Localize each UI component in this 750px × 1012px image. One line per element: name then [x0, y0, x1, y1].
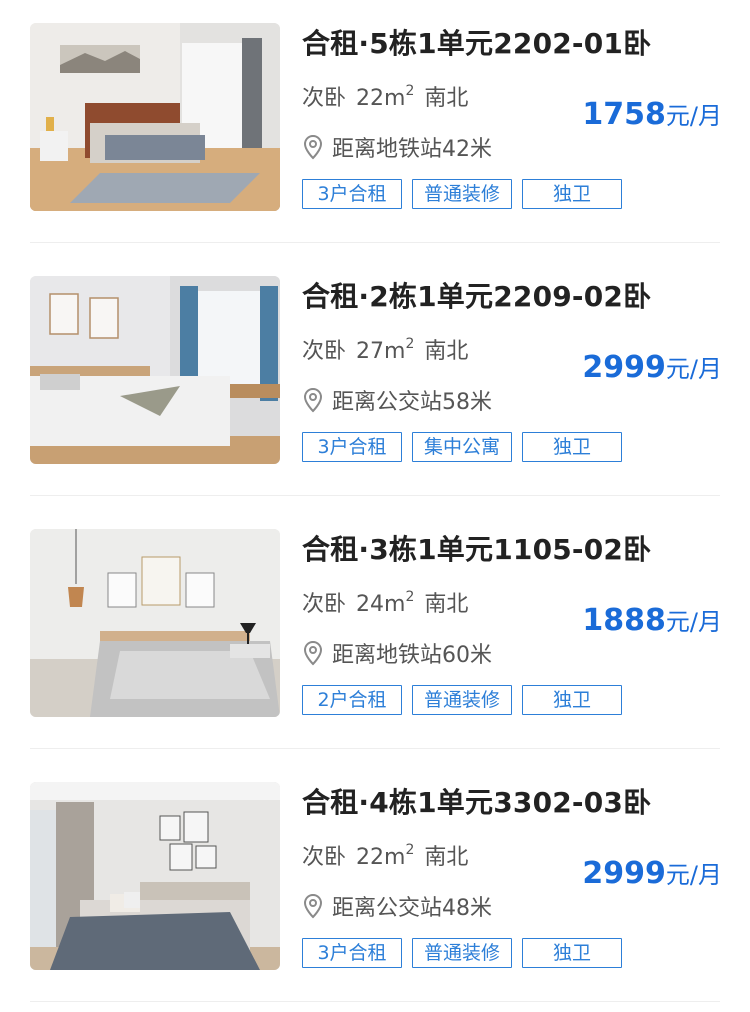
room-orientation: 南北	[424, 845, 469, 870]
room-info: 次卧 22m2 南北	[302, 80, 468, 112]
room-area-unit-exponent: 2	[405, 842, 415, 858]
location-row: 距离地铁站60米	[302, 637, 492, 669]
location-pin-icon	[303, 640, 323, 666]
divider	[30, 1001, 720, 1002]
price-value: 2999	[582, 350, 666, 385]
price: 1758元/月	[582, 96, 722, 132]
location-pin-icon	[303, 893, 323, 919]
room-info: 次卧 24m2 南北	[302, 586, 468, 618]
room-type: 次卧	[302, 86, 347, 111]
room-photo[interactable]	[30, 529, 280, 717]
listing-title[interactable]: 合租·5栋1单元2202-01卧	[302, 22, 651, 62]
listing-card[interactable]: 合租·2栋1单元2209-02卧 次卧 27m2 南北 距离公交站58米 2999元…	[0, 253, 750, 506]
room-photo[interactable]	[30, 23, 280, 211]
location-text: 距离公交站58米	[332, 390, 492, 415]
room-area: 24m	[356, 592, 406, 617]
tag: 3户合租	[302, 179, 402, 209]
room-area: 22m	[356, 86, 406, 111]
tag: 普通装修	[412, 938, 512, 968]
price-value: 2999	[582, 856, 666, 891]
listing-list: 合租·5栋1单元2202-01卧 次卧 22m2 南北 距离地铁站42米 1758元…	[0, 0, 750, 1012]
room-orientation: 南北	[424, 339, 469, 364]
room-type: 次卧	[302, 592, 347, 617]
location-pin-icon	[303, 134, 323, 160]
listing-card[interactable]: 合租·3栋1单元1105-02卧 次卧 24m2 南北 距离地铁站60米 1888元…	[0, 506, 750, 759]
location-pin-icon	[303, 387, 323, 413]
location-text: 距离公交站48米	[332, 896, 492, 921]
listing-title[interactable]: 合租·2栋1单元2209-02卧	[302, 275, 651, 315]
price: 2999元/月	[582, 855, 722, 891]
location-text: 距离地铁站60米	[332, 643, 492, 668]
price-value: 1888	[582, 603, 666, 638]
listing-title[interactable]: 合租·3栋1单元1105-02卧	[302, 528, 651, 568]
price: 2999元/月	[582, 349, 722, 385]
tag: 3户合租	[302, 938, 402, 968]
location-row: 距离公交站58米	[302, 384, 492, 416]
listing-title[interactable]: 合租·4栋1单元3302-03卧	[302, 781, 651, 821]
room-info: 次卧 27m2 南北	[302, 333, 468, 365]
tag: 2户合租	[302, 685, 402, 715]
divider	[30, 242, 720, 243]
room-photo[interactable]	[30, 276, 280, 464]
price: 1888元/月	[582, 602, 722, 638]
room-area-unit-exponent: 2	[405, 336, 415, 352]
location-row: 距离地铁站42米	[302, 131, 492, 163]
price-value: 1758	[582, 97, 666, 132]
room-type: 次卧	[302, 845, 347, 870]
room-photo[interactable]	[30, 782, 280, 970]
room-area-unit-exponent: 2	[405, 589, 415, 605]
divider	[30, 495, 720, 496]
listing-card[interactable]: 合租·5栋1单元2202-01卧 次卧 22m2 南北 距离地铁站42米 1758元…	[0, 0, 750, 253]
room-area: 27m	[356, 339, 406, 364]
tag: 普通装修	[412, 685, 512, 715]
location-text: 距离地铁站42米	[332, 137, 492, 162]
divider	[30, 748, 720, 749]
location-row: 距离公交站48米	[302, 890, 492, 922]
listing-card[interactable]: 合租·4栋1单元3302-03卧 次卧 22m2 南北 距离公交站48米 2999元…	[0, 759, 750, 1012]
room-orientation: 南北	[424, 592, 469, 617]
price-unit: 元/月	[665, 861, 722, 889]
tag: 独卫	[522, 432, 622, 462]
price-unit: 元/月	[665, 355, 722, 383]
tag: 独卫	[522, 685, 622, 715]
price-unit: 元/月	[665, 102, 722, 130]
price-unit: 元/月	[665, 608, 722, 636]
room-info: 次卧 22m2 南北	[302, 839, 468, 871]
tag: 独卫	[522, 938, 622, 968]
tag: 集中公寓	[412, 432, 512, 462]
tag: 3户合租	[302, 432, 402, 462]
tag: 普通装修	[412, 179, 512, 209]
tag: 独卫	[522, 179, 622, 209]
room-orientation: 南北	[424, 86, 469, 111]
room-area: 22m	[356, 845, 406, 870]
room-area-unit-exponent: 2	[405, 83, 415, 99]
room-type: 次卧	[302, 339, 347, 364]
